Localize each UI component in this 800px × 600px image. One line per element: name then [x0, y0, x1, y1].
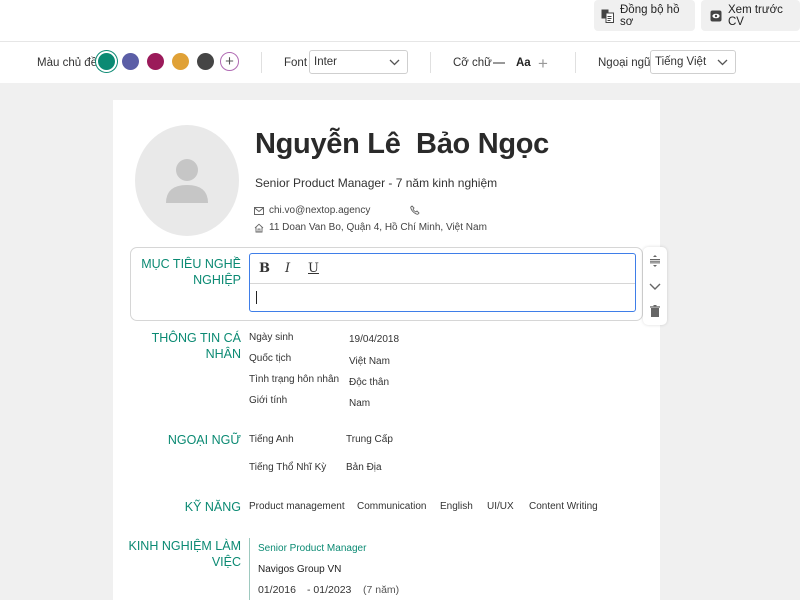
- trash-icon[interactable]: [648, 304, 662, 318]
- language-level[interactable]: Trung Cấp: [346, 434, 393, 445]
- language-name[interactable]: Tiếng Anh: [249, 434, 294, 445]
- timeline-line: [249, 538, 250, 600]
- gender-value[interactable]: Nam: [349, 398, 370, 409]
- color-swatch-indigo[interactable]: [122, 53, 139, 70]
- rich-text-toolbar: B I U: [250, 254, 635, 284]
- title-line: MỤC TIÊU NGHỀ: [141, 257, 241, 271]
- title-line: KINH NGHIỆM LÀM: [128, 539, 241, 553]
- font-size-indicator: Aa: [516, 57, 531, 69]
- title-line: VIỆC: [211, 555, 241, 569]
- language-name[interactable]: Tiếng Thổ Nhĩ Kỳ: [249, 462, 326, 473]
- objective-rich-text-editor[interactable]: B I U: [249, 253, 636, 312]
- personal-info-section-title[interactable]: THÔNG TIN CÁ NHÂN: [152, 330, 241, 362]
- phone-icon: [410, 205, 420, 215]
- plus-icon: +: [225, 53, 234, 70]
- font-select[interactable]: Inter: [309, 50, 408, 74]
- gender-label: Giới tính: [249, 395, 288, 406]
- chevron-down-icon: [717, 59, 728, 66]
- preview-cv-label: Xem trước CV: [728, 3, 783, 28]
- skill-tag[interactable]: UI/UX: [487, 501, 514, 512]
- mail-icon: [254, 206, 264, 215]
- font-select-value: Inter: [314, 56, 338, 68]
- color-swatch-teal[interactable]: [98, 53, 115, 70]
- full-name[interactable]: Nguyễn Lê Bảo Ngọc: [255, 128, 549, 161]
- color-swatch-charcoal[interactable]: [197, 53, 214, 70]
- title-line: NGHIỆP: [193, 273, 241, 287]
- divider: [575, 52, 576, 73]
- experience-section-title[interactable]: KINH NGHIỆM LÀM VIỆC: [128, 538, 241, 570]
- chevron-down-icon[interactable]: [648, 279, 662, 293]
- title-line: NHÂN: [205, 347, 241, 361]
- dob-label: Ngày sinh: [249, 332, 294, 343]
- title-line: THÔNG TIN CÁ: [151, 331, 241, 345]
- languages-section-title[interactable]: NGOẠI NGỮ: [168, 432, 241, 448]
- skill-tag[interactable]: Communication: [357, 501, 426, 512]
- home-icon: [254, 223, 264, 232]
- nationality-label: Quốc tịch: [249, 353, 292, 364]
- underline-button[interactable]: U: [308, 261, 319, 276]
- marital-status-label: Tình trạng hôn nhân: [249, 374, 340, 385]
- divider: [430, 52, 431, 73]
- job-start-date[interactable]: 01/2016: [258, 584, 296, 596]
- bold-button[interactable]: B: [259, 261, 270, 276]
- dob-value[interactable]: 19/04/2018: [349, 334, 399, 345]
- language-select[interactable]: Tiếng Việt: [650, 50, 736, 74]
- divider: [261, 52, 262, 73]
- company-name[interactable]: Navigos Group VN: [258, 564, 341, 575]
- skill-tag[interactable]: English: [440, 501, 473, 512]
- decrease-size-button[interactable]: [493, 62, 505, 64]
- sync-profile-button[interactable]: Đồng bộ hồ sơ: [594, 0, 695, 31]
- section-tools: [643, 247, 667, 325]
- language-select-value: Tiếng Việt: [655, 56, 707, 68]
- theme-color-label: Màu chủ đề: [37, 57, 98, 69]
- email-contact[interactable]: chi.vo@nextop.agency: [254, 205, 370, 216]
- objective-section-title[interactable]: MỤC TIÊU NGHỀ NGHIỆP: [141, 256, 241, 288]
- skills-section-title[interactable]: KỸ NĂNG: [185, 499, 241, 515]
- font-label: Font: [284, 57, 308, 69]
- italic-button[interactable]: I: [285, 261, 290, 276]
- job-duration: (7 năm): [363, 584, 400, 596]
- phone-contact[interactable]: [410, 205, 425, 215]
- color-swatch-crimson[interactable]: [147, 53, 164, 70]
- text-caret: [256, 291, 257, 304]
- address-text: 11 Doan Van Bo, Quận 4, Hồ Chí Minh, Việ…: [269, 222, 487, 233]
- marital-status-value[interactable]: Độc thân: [349, 377, 389, 388]
- headline[interactable]: Senior Product Manager - 7 năm kinh nghi…: [255, 176, 497, 190]
- reorder-icon[interactable]: [648, 254, 662, 268]
- add-color-button[interactable]: +: [220, 52, 239, 71]
- language-label: Ngoại ngữ: [598, 57, 652, 69]
- nationality-value[interactable]: Việt Nam: [349, 356, 390, 367]
- increase-size-button[interactable]: +: [538, 55, 548, 72]
- skill-tag[interactable]: Product management: [249, 501, 345, 512]
- chevron-down-icon: [389, 59, 400, 66]
- color-swatch-amber[interactable]: [172, 53, 189, 70]
- format-toolbar: Màu chủ đề + Font Inter Cỡ chữ Aa + Ngoạ…: [0, 43, 800, 83]
- eye-icon: [710, 10, 722, 22]
- avatar[interactable]: [135, 125, 239, 236]
- skill-tag[interactable]: Content Writing: [529, 501, 598, 512]
- top-bar: Đồng bộ hồ sơ Xem trước CV: [0, 0, 800, 42]
- email-text: chi.vo@nextop.agency: [269, 205, 371, 216]
- sync-document-icon: [601, 9, 614, 23]
- user-placeholder-icon: [166, 159, 208, 203]
- address-contact[interactable]: 11 Doan Van Bo, Quận 4, Hồ Chí Minh, Việ…: [254, 222, 487, 233]
- job-end-date[interactable]: - 01/2023: [307, 584, 351, 596]
- preview-cv-button[interactable]: Xem trước CV: [701, 0, 800, 31]
- job-title[interactable]: Senior Product Manager: [258, 543, 366, 554]
- sync-profile-label: Đồng bộ hồ sơ: [620, 3, 680, 28]
- font-size-label: Cỡ chữ: [453, 57, 492, 69]
- language-level[interactable]: Bản Địa: [346, 462, 382, 473]
